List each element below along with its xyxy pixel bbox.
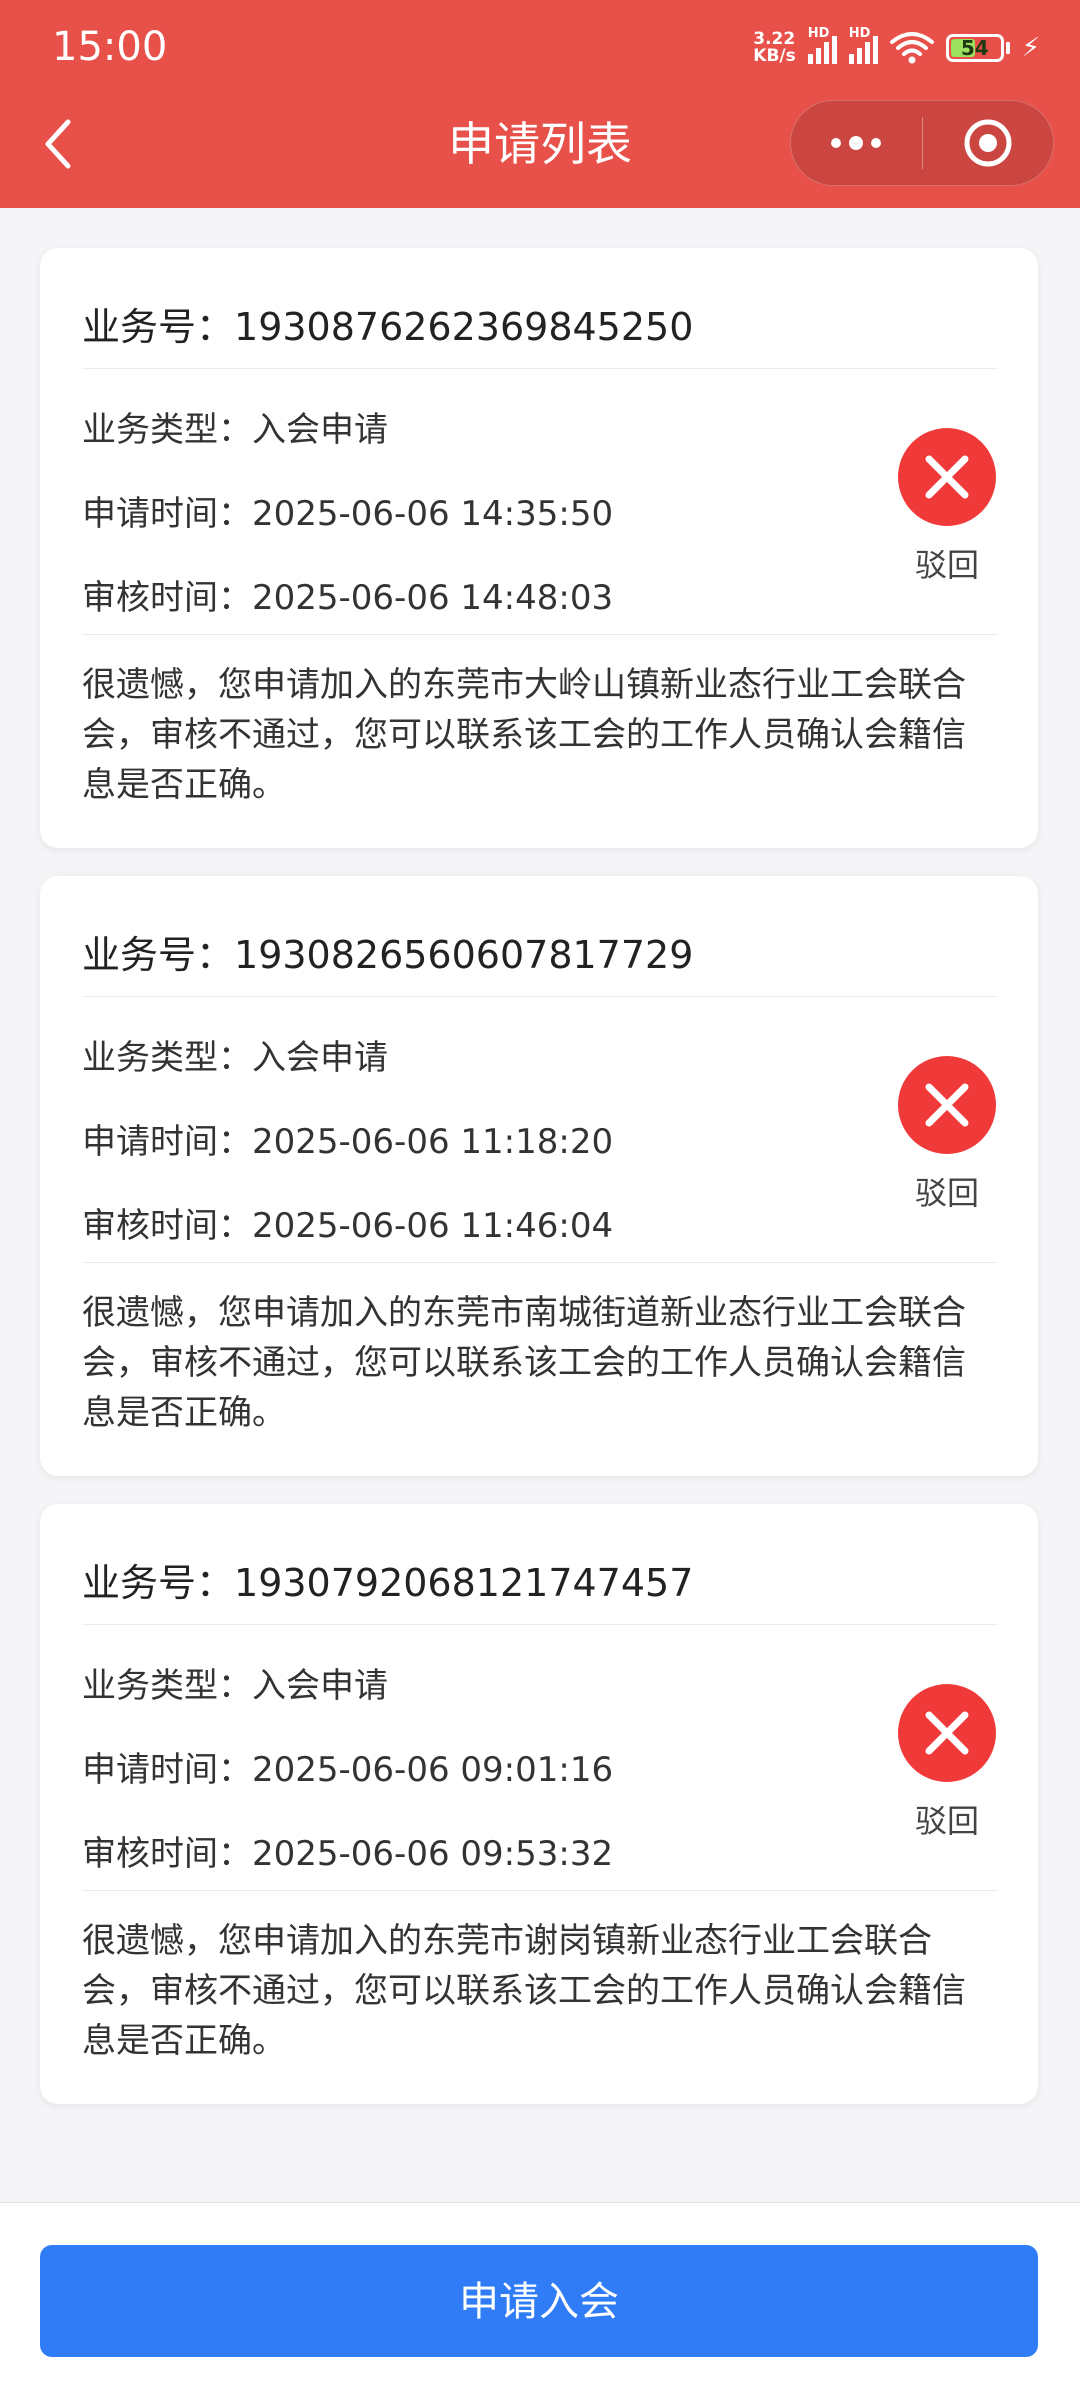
application-card[interactable]: 业务号：1930876262369845250 业务类型：入会申请 申请时间：2…	[40, 248, 1038, 848]
target-circle-icon	[964, 119, 1012, 167]
network-speed-unit: KB/s	[753, 46, 796, 66]
card-divider	[82, 996, 998, 997]
application-card[interactable]: 业务号：1930792068121747457 业务类型：入会申请 申请时间：2…	[40, 1504, 1038, 2104]
card-divider	[82, 1890, 998, 1891]
business-type-label: 业务类型：	[82, 1038, 252, 1078]
review-time: 审核时间：2025-06-06 09:53:32	[82, 1826, 613, 1875]
business-number-label: 业务号：	[82, 305, 235, 349]
review-time: 审核时间：2025-06-06 14:48:03	[82, 570, 613, 619]
apply-time: 申请时间：2025-06-06 09:01:16	[82, 1742, 613, 1791]
status-label: 驳回	[914, 546, 979, 584]
hd-label: HD	[807, 26, 830, 41]
business-number-value: 1930826560607817729	[234, 933, 694, 977]
business-type: 业务类型：入会申请	[82, 402, 388, 451]
card-divider	[82, 1262, 998, 1263]
charging-icon: ⚡	[1021, 33, 1040, 63]
status-label: 驳回	[914, 1802, 979, 1840]
review-message: 很遗憾，您申请加入的东莞市谢岗镇新业态行业工会联合会，审核不通过，您可以联系该工…	[82, 1921, 966, 2061]
review-time-label: 审核时间：	[82, 578, 252, 618]
card-divider	[82, 368, 998, 369]
apply-time-value: 2025-06-06 11:18:20	[252, 1122, 614, 1162]
review-time-label: 审核时间：	[82, 1834, 252, 1874]
business-number: 业务号：1930826560607817729	[82, 924, 693, 979]
apply-time-label: 申请时间：	[82, 494, 252, 534]
business-number-value: 1930792068121747457	[234, 1561, 694, 1605]
business-number-label: 业务号：	[82, 1561, 235, 1605]
business-type-value: 入会申请	[252, 1666, 388, 1706]
business-type-value: 入会申请	[252, 1038, 388, 1078]
apply-time-label: 申请时间：	[82, 1122, 252, 1162]
status-label: 驳回	[914, 1174, 979, 1212]
signal-icon: HD	[807, 26, 837, 64]
business-number: 业务号：1930876262369845250	[82, 296, 693, 351]
business-type-value: 入会申请	[252, 410, 388, 450]
card-divider	[82, 634, 998, 635]
review-time-value: 2025-06-06 11:46:04	[252, 1206, 614, 1246]
review-time-value: 2025-06-06 09:53:32	[252, 1834, 614, 1874]
status-time: 15:00	[52, 24, 168, 70]
apply-join-button[interactable]: 申请入会	[40, 2245, 1038, 2357]
business-number: 业务号：1930792068121747457	[82, 1552, 693, 1607]
app-page: 15:00 3.22 KB/s HD HD 54 ⚡ 申请列表 业务号：1930…	[0, 0, 1080, 2400]
review-time-label: 审核时间：	[82, 1206, 252, 1246]
business-type-label: 业务类型：	[82, 1666, 252, 1706]
signal-icon-2: HD	[848, 26, 878, 64]
apply-time-value: 2025-06-06 09:01:16	[252, 1750, 614, 1790]
review-message: 很遗憾，您申请加入的东莞市南城街道新业态行业工会联合会，审核不通过，您可以联系该…	[82, 1293, 966, 1433]
business-type-label: 业务类型：	[82, 410, 252, 450]
business-type: 业务类型：入会申请	[82, 1030, 388, 1079]
header-bar: 15:00 3.22 KB/s HD HD 54 ⚡ 申请列表	[0, 0, 1080, 208]
more-dots-icon	[831, 136, 882, 150]
close-mini-program-button[interactable]	[923, 101, 1054, 185]
application-card[interactable]: 业务号：1930826560607817729 业务类型：入会申请 申请时间：2…	[40, 876, 1038, 1476]
network-speed: 3.22 KB/s	[753, 31, 795, 65]
battery-level: 54	[960, 36, 989, 60]
bottom-action-bar: 申请入会	[0, 2202, 1080, 2400]
review-message: 很遗憾，您申请加入的东莞市大岭山镇新业态行业工会联合会，审核不通过，您可以联系该…	[82, 665, 966, 805]
card-divider	[82, 1624, 998, 1625]
review-time: 审核时间：2025-06-06 11:46:04	[82, 1198, 613, 1247]
business-number-value: 1930876262369845250	[234, 305, 694, 349]
reject-x-icon	[898, 1056, 996, 1154]
more-button[interactable]	[791, 101, 922, 185]
reject-x-icon	[898, 428, 996, 526]
status-icons: 3.22 KB/s HD HD 54 ⚡	[753, 26, 1040, 68]
apply-time-value: 2025-06-06 14:35:50	[252, 494, 614, 534]
review-time-value: 2025-06-06 14:48:03	[252, 578, 614, 618]
wifi-icon	[889, 32, 934, 64]
mini-program-capsule	[790, 100, 1054, 186]
hd-label-2: HD	[848, 26, 871, 41]
apply-time: 申请时间：2025-06-06 14:35:50	[82, 486, 613, 535]
battery-icon: 54	[945, 34, 1004, 62]
battery-tip	[1005, 42, 1010, 54]
apply-time-label: 申请时间：	[82, 1750, 252, 1790]
apply-time: 申请时间：2025-06-06 11:18:20	[82, 1114, 613, 1163]
business-number-label: 业务号：	[82, 933, 235, 977]
business-type: 业务类型：入会申请	[82, 1658, 388, 1707]
reject-x-icon	[898, 1684, 996, 1782]
